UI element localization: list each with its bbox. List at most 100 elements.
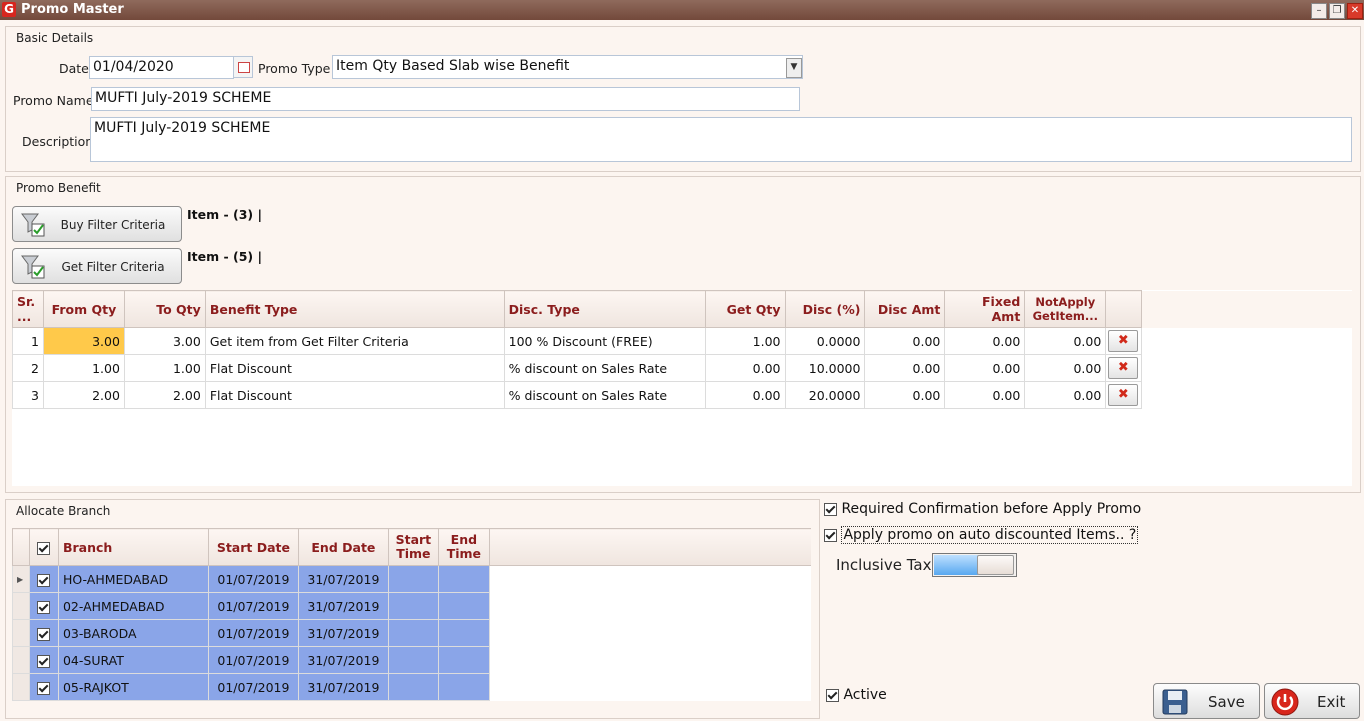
- table-row[interactable]: 05-RAJKOT 01/07/2019 31/07/2019: [12, 673, 811, 701]
- cell-from-qty[interactable]: 3.00: [42, 327, 125, 355]
- cell-end-date[interactable]: 31/07/2019: [297, 673, 389, 701]
- row-checkbox[interactable]: [37, 600, 51, 614]
- cell-end-time[interactable]: [437, 646, 490, 674]
- calendar-button[interactable]: [233, 56, 253, 78]
- col-benefit-type[interactable]: Benefit Type: [204, 290, 505, 328]
- cell-from-qty[interactable]: 1.00: [42, 354, 125, 382]
- buy-filter-criteria-button[interactable]: Buy Filter Criteria: [12, 206, 182, 242]
- required-confirmation-option[interactable]: Required Confirmation before Apply Promo: [824, 501, 1141, 517]
- col-start-date[interactable]: Start Date: [207, 528, 299, 566]
- cell-checkbox[interactable]: [28, 619, 59, 647]
- required-confirmation-checkbox[interactable]: [824, 502, 837, 516]
- cell-notapply[interactable]: 0.00: [1024, 381, 1107, 409]
- cell-disc-pct[interactable]: 20.0000: [784, 381, 866, 409]
- col-disc-type[interactable]: Disc. Type: [503, 290, 706, 328]
- cell-end-time[interactable]: [437, 673, 490, 701]
- table-row[interactable]: 03-BARODA 01/07/2019 31/07/2019: [12, 619, 811, 647]
- get-filter-criteria-button[interactable]: Get Filter Criteria: [12, 248, 182, 284]
- cell-notapply[interactable]: 0.00: [1024, 354, 1107, 382]
- cell-disc-pct[interactable]: 0.0000: [784, 327, 866, 355]
- chevron-down-icon[interactable]: ▼: [786, 58, 802, 78]
- cell-disc-type[interactable]: 100 % Discount (FREE): [503, 327, 706, 355]
- col-branch[interactable]: Branch: [57, 528, 209, 566]
- col-end-date[interactable]: End Date: [297, 528, 389, 566]
- row-checkbox[interactable]: [37, 573, 51, 587]
- cell-start-date[interactable]: 01/07/2019: [207, 646, 299, 674]
- cell-notapply[interactable]: 0.00: [1024, 327, 1107, 355]
- cell-end-time[interactable]: [437, 592, 490, 620]
- table-row[interactable]: ▶ HO-AHMEDABAD 01/07/2019 31/07/2019: [12, 565, 811, 593]
- save-button[interactable]: Save: [1153, 683, 1260, 719]
- cell-start-time[interactable]: [387, 673, 439, 701]
- cell-start-time[interactable]: [387, 646, 439, 674]
- cell-start-date[interactable]: 01/07/2019: [207, 619, 299, 647]
- cell-benefit-type[interactable]: Flat Discount: [204, 354, 505, 382]
- row-checkbox[interactable]: [37, 627, 51, 641]
- row-checkbox[interactable]: [37, 681, 51, 695]
- cell-checkbox[interactable]: [28, 592, 59, 620]
- promo-name-input[interactable]: MUFTI July-2019 SCHEME: [91, 87, 800, 111]
- table-row[interactable]: 2 1.00 1.00 Flat Discount % discount on …: [12, 354, 1352, 382]
- cell-benefit-type[interactable]: Get item from Get Filter Criteria: [204, 327, 505, 355]
- col-disc-pct[interactable]: Disc (%): [784, 290, 866, 328]
- cell-end-date[interactable]: 31/07/2019: [297, 619, 389, 647]
- col-fixed-amt[interactable]: Fixed Amt: [944, 290, 1026, 328]
- exit-button[interactable]: Exit: [1264, 683, 1360, 719]
- table-row[interactable]: 1 3.00 3.00 Get item from Get Filter Cri…: [12, 327, 1352, 355]
- cell-start-time[interactable]: [387, 565, 439, 593]
- col-notapply-getitem[interactable]: NotApply GetItem...: [1024, 290, 1107, 328]
- col-disc-amt[interactable]: Disc Amt: [864, 290, 946, 328]
- cell-end-date[interactable]: 31/07/2019: [297, 565, 389, 593]
- cell-checkbox[interactable]: [28, 673, 59, 701]
- inclusive-tax-toggle[interactable]: [932, 553, 1017, 577]
- active-option[interactable]: Active: [826, 687, 887, 703]
- cell-benefit-type[interactable]: Flat Discount: [204, 381, 505, 409]
- cell-disc-amt[interactable]: 0.00: [864, 327, 946, 355]
- cell-start-time[interactable]: [387, 592, 439, 620]
- row-checkbox[interactable]: [37, 654, 51, 668]
- cell-to-qty[interactable]: 1.00: [123, 354, 206, 382]
- table-row[interactable]: 3 2.00 2.00 Flat Discount % discount on …: [12, 381, 1352, 409]
- col-end-time[interactable]: End Time: [437, 528, 490, 566]
- col-get-qty[interactable]: Get Qty: [704, 290, 786, 328]
- cell-start-date[interactable]: 01/07/2019: [207, 673, 299, 701]
- cell-get-qty[interactable]: 0.00: [704, 381, 786, 409]
- cell-disc-amt[interactable]: 0.00: [864, 354, 946, 382]
- toggle-knob[interactable]: [977, 555, 1014, 575]
- table-row[interactable]: 04-SURAT 01/07/2019 31/07/2019: [12, 646, 811, 674]
- cell-start-time[interactable]: [387, 619, 439, 647]
- close-icon[interactable]: ✕: [1347, 3, 1363, 19]
- date-input[interactable]: 01/04/2020: [89, 56, 234, 79]
- cell-end-date[interactable]: 31/07/2019: [297, 592, 389, 620]
- cell-start-date[interactable]: 01/07/2019: [207, 565, 299, 593]
- col-select-all[interactable]: [28, 528, 59, 566]
- cell-to-qty[interactable]: 2.00: [123, 381, 206, 409]
- active-checkbox[interactable]: [826, 688, 839, 702]
- cell-to-qty[interactable]: 3.00: [123, 327, 206, 355]
- cell-checkbox[interactable]: [28, 565, 59, 593]
- cell-fixed-amt[interactable]: 0.00: [944, 354, 1026, 382]
- delete-row-button[interactable]: ✖: [1108, 357, 1139, 379]
- cell-disc-type[interactable]: % discount on Sales Rate: [503, 381, 706, 409]
- col-sr[interactable]: Sr. ...: [12, 290, 44, 328]
- cell-disc-amt[interactable]: 0.00: [864, 381, 946, 409]
- col-from-qty[interactable]: From Qty: [42, 290, 125, 328]
- promo-type-select[interactable]: Item Qty Based Slab wise Benefit: [332, 55, 803, 79]
- cell-fixed-amt[interactable]: 0.00: [944, 327, 1026, 355]
- cell-disc-type[interactable]: % discount on Sales Rate: [503, 354, 706, 382]
- cell-disc-pct[interactable]: 10.0000: [784, 354, 866, 382]
- col-start-time[interactable]: Start Time: [387, 528, 439, 566]
- cell-start-date[interactable]: 01/07/2019: [207, 592, 299, 620]
- cell-checkbox[interactable]: [28, 646, 59, 674]
- col-to-qty[interactable]: To Qty: [123, 290, 206, 328]
- delete-row-button[interactable]: ✖: [1108, 384, 1139, 406]
- cell-from-qty[interactable]: 2.00: [42, 381, 125, 409]
- cell-get-qty[interactable]: 1.00: [704, 327, 786, 355]
- cell-end-time[interactable]: [437, 619, 490, 647]
- delete-row-button[interactable]: ✖: [1108, 330, 1139, 352]
- minimize-icon[interactable]: –: [1311, 3, 1327, 19]
- select-all-checkbox[interactable]: [37, 541, 51, 555]
- apply-auto-discounted-checkbox[interactable]: [824, 528, 837, 542]
- description-input[interactable]: MUFTI July-2019 SCHEME: [90, 117, 1352, 162]
- apply-auto-discounted-option[interactable]: Apply promo on auto discounted Items.. ?: [824, 526, 1139, 544]
